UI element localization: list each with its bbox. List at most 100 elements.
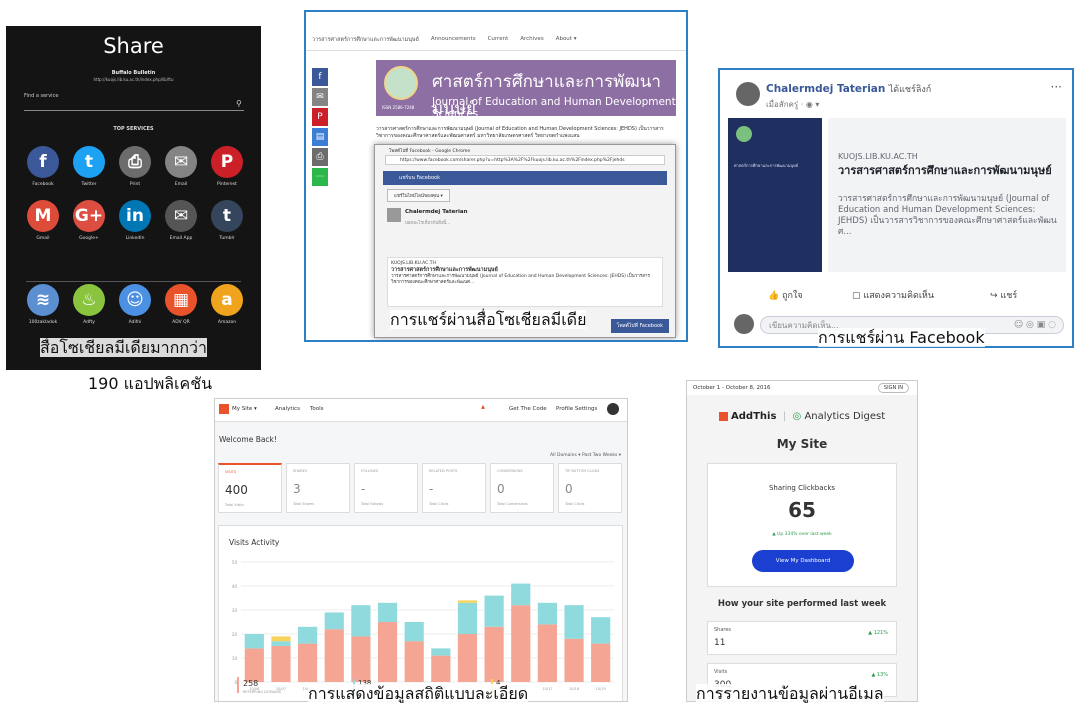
stat-sub: Total Follows (361, 502, 384, 506)
bar-segment[interactable] (537, 602, 557, 625)
profile-settings-link[interactable]: Profile Settings (556, 406, 597, 412)
bar-segment[interactable] (244, 634, 264, 649)
bar-segment[interactable] (537, 624, 557, 682)
bar-segment[interactable] (457, 602, 478, 634)
bar-segment[interactable] (484, 626, 504, 682)
bar-segment[interactable] (564, 638, 584, 682)
bar-segment[interactable] (511, 583, 531, 606)
bar-segment[interactable] (457, 600, 478, 603)
y-tick-label: 30 (232, 608, 238, 613)
bar-segment[interactable] (324, 612, 344, 630)
stat-card[interactable]: VISITS 400 Total Visits (218, 463, 282, 513)
print-share-icon[interactable]: ⎙ (312, 148, 328, 166)
stat-card[interactable]: CONVERSIONS 0 Total Conversions (490, 463, 554, 513)
share-service-gmail[interactable]: M Gmail (20, 200, 66, 241)
bar-segment[interactable] (564, 605, 584, 639)
bookmark-share-icon[interactable]: ▤ (312, 128, 328, 146)
share-service-google-[interactable]: G+ Google+ (66, 200, 112, 241)
clickbacks-card: Sharing Clickbacks 65 ▲ Up 334% over las… (707, 463, 897, 587)
site-selector[interactable]: My Site ▾ (232, 406, 257, 412)
bar-segment[interactable] (351, 605, 371, 637)
like-button[interactable]: 👍 ถูกใจ (768, 288, 803, 302)
share-service-adifni[interactable]: ☺ Adifni (112, 284, 158, 325)
bar-segment[interactable] (298, 643, 318, 682)
share-service-adfty[interactable]: ♨ Adfty (66, 284, 112, 325)
share-service-print[interactable]: ⎙ Print (112, 146, 158, 187)
stat-label: RELATED POSTS (429, 469, 458, 473)
get-code-link[interactable]: Get The Code (509, 406, 547, 412)
sign-in-button[interactable]: SIGN IN (877, 383, 909, 393)
service-label: Print (129, 182, 141, 187)
share-destination-select[interactable]: แชร์ในไทม์ไลน์ของคุณ ▾ (387, 189, 450, 202)
stat-card[interactable]: SHARES 3 Total Shares (286, 463, 350, 513)
share-service-tumblr[interactable]: t Tumblr (204, 200, 250, 241)
pinterest-icon: P (211, 146, 243, 178)
tab-tools[interactable]: Tools (310, 406, 324, 412)
bar-segment[interactable] (298, 626, 318, 644)
share-service-100zakladok[interactable]: ≋ 100zakladok (20, 284, 66, 325)
bar-segment[interactable] (271, 646, 291, 682)
share-service-pinterest[interactable]: P Pinterest (204, 146, 250, 187)
bar-segment[interactable] (377, 622, 398, 682)
performance-heading: How your site performed last week (717, 599, 887, 609)
pinterest-share-icon[interactable]: P (312, 108, 328, 126)
dashboard-filters[interactable]: All Domains ▾ Past Two Weeks ▾ (550, 453, 621, 458)
link-preview-info[interactable]: KUOJS.LIB.KU.AC.TH วารสารศาสตร์การศึกษาแ… (828, 118, 1066, 272)
notification-icon[interactable]: ▴ (481, 402, 485, 411)
emoji-icon[interactable]: ☺ ◎ ▣ ◌ (1014, 316, 1056, 334)
journal-logo (384, 66, 418, 100)
share-service-linkedin[interactable]: in LinkedIn (112, 200, 158, 241)
share-service-adv-qr[interactable]: ▦ ADV QR (158, 284, 204, 325)
find-service-input[interactable] (24, 110, 244, 111)
share-service-email-app[interactable]: ✉ Email App (158, 200, 204, 241)
bar-segment[interactable] (404, 622, 424, 642)
tab-analytics[interactable]: Analytics (275, 406, 300, 412)
bar-segment[interactable] (457, 634, 478, 682)
post-time: เมื่อสักครู่ · ◉ ▾ (766, 100, 820, 109)
bar-segment[interactable] (591, 643, 611, 682)
popup-message-input[interactable]: บอกอะไรเกี่ยวกับสิ่งนี้... (405, 219, 450, 226)
more-options-icon[interactable]: ··· (1051, 80, 1062, 94)
nav-home[interactable]: วารสารศาสตร์การศึกษาและการพัฒนามนุษย์ (312, 36, 419, 44)
avatar[interactable] (607, 403, 619, 415)
bar-segment[interactable] (351, 636, 371, 682)
metric-label: Sharing Clickbacks (768, 484, 836, 492)
more-share-icon[interactable]: ⋯ (312, 168, 328, 186)
nav-current[interactable]: Current (488, 36, 509, 44)
bar-segment[interactable] (324, 629, 344, 682)
post-to-facebook-button[interactable]: โพสต์ไปที่ Facebook (610, 319, 669, 333)
service-label: LinkedIn (125, 236, 145, 241)
post-author-name[interactable]: Chalermdej Taterian (766, 83, 885, 95)
nav-about[interactable]: About ▾ (556, 36, 577, 44)
facebook-share-icon[interactable]: f (312, 68, 328, 86)
stat-card[interactable]: TIP BUTTON CLICKS 0 Total Clicks (558, 463, 622, 513)
bar-segment[interactable] (271, 636, 291, 642)
nav-archives[interactable]: Archives (520, 36, 543, 44)
share-service-facebook[interactable]: f Facebook (20, 146, 66, 187)
metric-row-shares: Shares 11 ▲ 121% (707, 621, 897, 655)
bar-segment[interactable] (431, 648, 451, 656)
email-share-icon[interactable]: ✉ (312, 88, 328, 106)
search-icon[interactable]: ⚲ (236, 99, 242, 108)
link-preview-image[interactable]: ศาสตร์การศึกษาและการพัฒนามนุษย์ (728, 118, 822, 272)
stat-card[interactable]: FOLLOWS - Total Follows (354, 463, 418, 513)
bar-segment[interactable] (404, 641, 424, 682)
share-service-email[interactable]: ✉ Email (158, 146, 204, 187)
share-service-twitter[interactable]: t Twitter (66, 146, 112, 187)
bar-segment[interactable] (511, 605, 531, 682)
bar-segment[interactable] (244, 648, 264, 682)
stat-card[interactable]: RELATED POSTS - Total Clicks (422, 463, 486, 513)
bar-segment[interactable] (484, 595, 504, 627)
nav-announcements[interactable]: Announcements (431, 36, 476, 44)
comment-button[interactable]: ▢ แสดงความคิดเห็น (852, 288, 934, 302)
bar-segment[interactable] (377, 602, 398, 622)
stat-value: 0 (565, 482, 573, 496)
service-label: Pinterest (217, 182, 237, 187)
view-dashboard-button[interactable]: View My Dashboard (752, 550, 854, 572)
share-button[interactable]: ↪ แชร์ (990, 288, 1017, 302)
share-service-amazon[interactable]: a Amazon (204, 284, 250, 325)
stat-value: - (429, 482, 434, 496)
bar-segment[interactable] (591, 617, 611, 644)
bar-segment[interactable] (271, 641, 291, 646)
bar-segment[interactable] (431, 655, 451, 682)
